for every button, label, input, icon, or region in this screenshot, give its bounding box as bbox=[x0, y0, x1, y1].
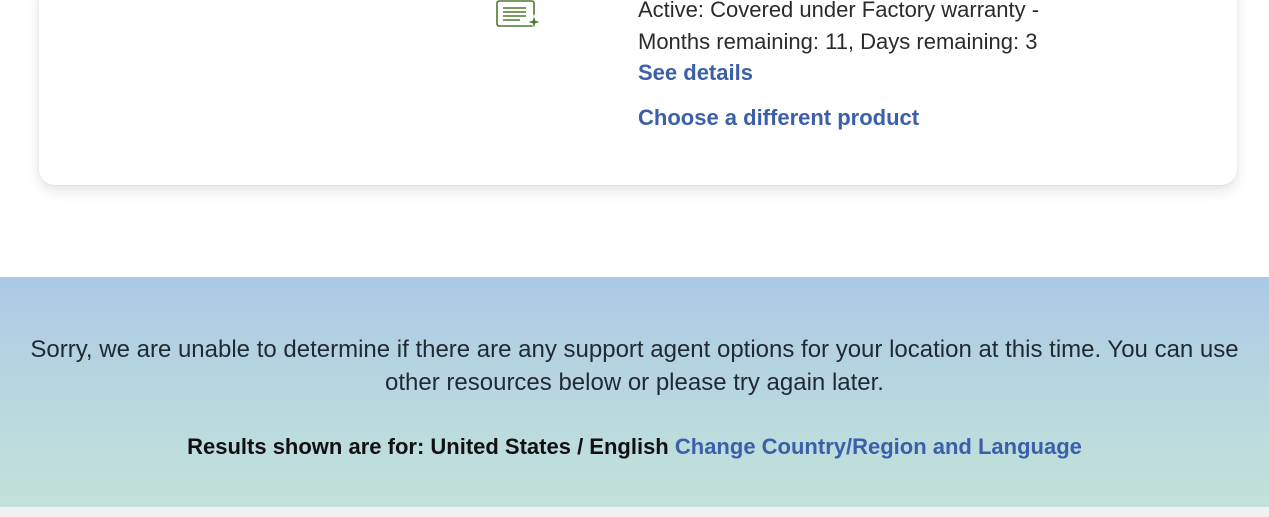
warranty-status-line-1: Active: Covered under Factory warranty - bbox=[638, 0, 1040, 22]
results-region-label: Results shown are for: United States / E… bbox=[187, 434, 669, 459]
footer-divider bbox=[0, 507, 1269, 517]
support-unavailable-message: Sorry, we are unable to determine if the… bbox=[30, 336, 1239, 396]
support-banner: Sorry, we are unable to determine if the… bbox=[0, 277, 1269, 507]
choose-different-product-link[interactable]: Choose a different product bbox=[638, 103, 919, 133]
warranty-card: Active: Covered under Factory warranty -… bbox=[39, 0, 1237, 185]
warranty-certificate-icon bbox=[496, 0, 543, 31]
warranty-status: Active: Covered under Factory warranty -… bbox=[638, 0, 1158, 58]
warranty-status-line-2: Months remaining: 11, Days remaining: 3 bbox=[638, 29, 1038, 54]
results-region-line: Results shown are for: United States / E… bbox=[0, 432, 1269, 462]
page: Active: Covered under Factory warranty -… bbox=[0, 0, 1269, 517]
see-details-link[interactable]: See details bbox=[638, 58, 753, 88]
change-country-region-language-link[interactable]: Change Country/Region and Language bbox=[675, 434, 1082, 459]
